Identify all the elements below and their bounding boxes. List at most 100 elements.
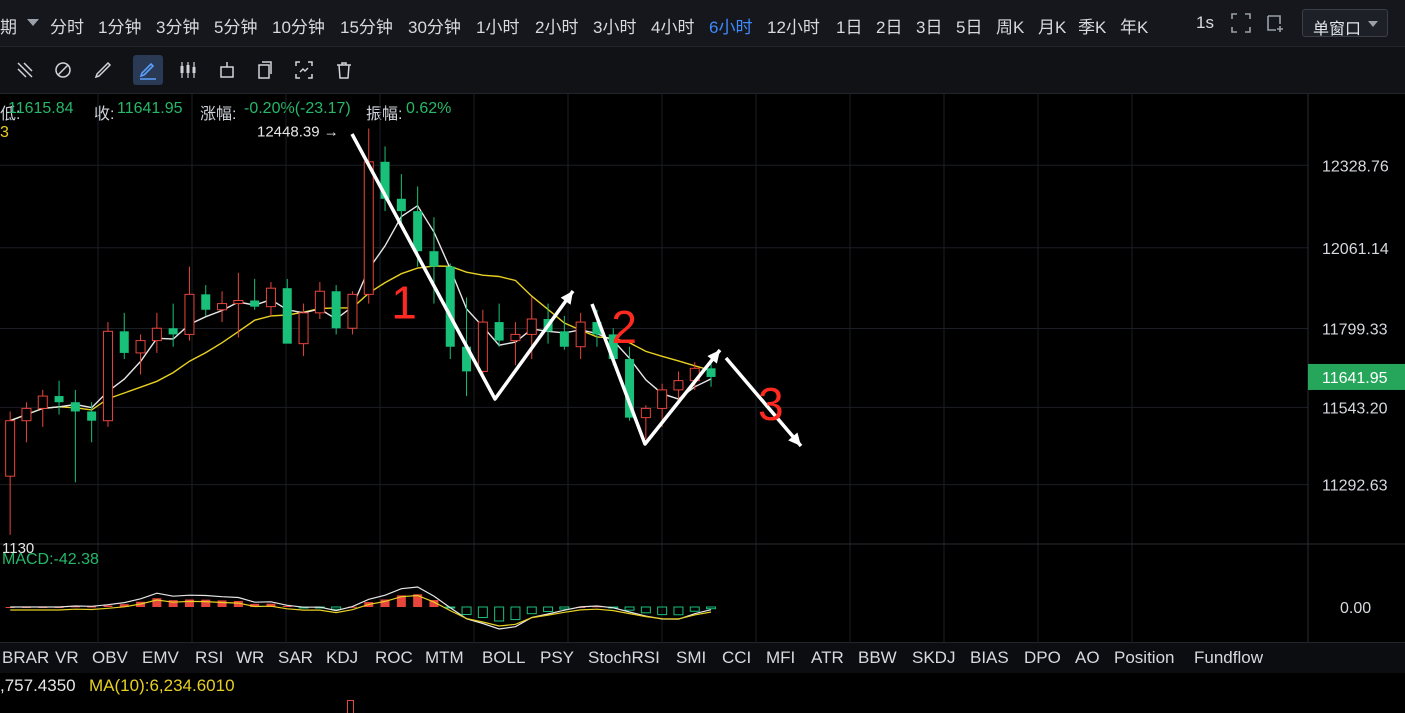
tf-1h[interactable]: 1小时 <box>476 13 519 38</box>
tab-dpo[interactable]: DPO <box>1024 648 1061 668</box>
macd-zero-label: 0.00 <box>1340 600 1371 617</box>
tab-stochrsi[interactable]: StochRSI <box>588 648 660 668</box>
candle <box>282 278 292 344</box>
candle <box>184 266 195 341</box>
tf-2d[interactable]: 2日 <box>876 13 902 38</box>
candle-body <box>396 198 406 212</box>
chevron-down-icon <box>1368 21 1378 27</box>
tab-mfi[interactable]: MFI <box>766 648 795 668</box>
tab-kdj[interactable]: KDJ <box>326 648 358 668</box>
copy-icon[interactable] <box>250 55 280 85</box>
tf-12h[interactable]: 12小时 <box>767 13 820 38</box>
tab-smi[interactable]: SMI <box>676 648 706 668</box>
tab-atr[interactable]: ATR <box>811 648 844 668</box>
current-price-label: 11641.95 <box>1322 370 1388 387</box>
high-price-marker: 12448.39 → <box>257 124 339 141</box>
macd-bar <box>689 606 700 612</box>
tab-fundflow[interactable]: Fundflow <box>1194 648 1263 668</box>
candle <box>250 278 260 310</box>
candle-body <box>151 327 162 342</box>
price-chart[interactable]: 12328.76 12061.14 11799.33 11543.20 11292.63… <box>0 94 1405 642</box>
candle-body <box>413 211 423 252</box>
tf-6h[interactable]: 6小时 <box>709 13 752 38</box>
tab-obv[interactable]: OBV <box>92 648 128 668</box>
tf-3d[interactable]: 3日 <box>916 13 942 38</box>
tab-brar[interactable]: BRAR <box>2 648 49 668</box>
window-mode-select[interactable]: 单窗口 <box>1302 9 1388 38</box>
macd-bar <box>526 606 537 615</box>
candle <box>119 312 129 360</box>
ruler-icon[interactable] <box>10 55 40 85</box>
candle-body <box>119 331 129 353</box>
candle <box>494 303 504 347</box>
tf-week[interactable]: 周K <box>996 13 1024 38</box>
draw-mode-icon[interactable] <box>133 55 163 85</box>
candlesticks <box>5 128 716 535</box>
tf-30m[interactable]: 30分钟 <box>408 13 461 38</box>
candle-body <box>559 331 569 347</box>
tf-season[interactable]: 季K <box>1078 13 1106 38</box>
candle <box>331 285 341 335</box>
tab-skdj[interactable]: SKDJ <box>912 648 955 668</box>
chevron-down-icon[interactable] <box>27 19 39 26</box>
tf-5d[interactable]: 5日 <box>956 13 982 38</box>
candle-body <box>250 300 260 307</box>
tab-cci[interactable]: CCI <box>722 648 751 668</box>
macd-bar <box>640 606 651 614</box>
pencil-icon[interactable] <box>88 55 118 85</box>
trash-icon[interactable] <box>329 55 359 85</box>
tab-ao[interactable]: AO <box>1075 648 1100 668</box>
period-label[interactable]: 期 <box>0 13 17 38</box>
tab-bbw[interactable]: BBW <box>858 648 897 668</box>
marker-icon[interactable] <box>212 55 242 85</box>
macd-bar <box>201 599 211 607</box>
candles-icon[interactable] <box>173 55 203 85</box>
drawing-toolbar <box>0 47 1405 94</box>
y-tick-label: 11799.33 <box>1322 321 1388 338</box>
candle-body <box>575 321 586 348</box>
tab-mtm[interactable]: MTM <box>425 648 464 668</box>
candle <box>575 312 586 360</box>
tab-emv[interactable]: EMV <box>142 648 179 668</box>
candle-body <box>37 395 48 409</box>
tab-rsi[interactable]: RSI <box>195 648 223 668</box>
tf-1d[interactable]: 1日 <box>836 13 862 38</box>
tf-3h[interactable]: 3小时 <box>593 13 636 38</box>
tf-2h[interactable]: 2小时 <box>535 13 578 38</box>
vol-ma5-value: ,757.4350 <box>0 676 76 695</box>
candle <box>102 322 113 427</box>
candle-body <box>510 333 521 342</box>
tab-wr[interactable]: WR <box>236 648 264 668</box>
fullscreen-icon[interactable] <box>1230 12 1252 34</box>
tf-5m[interactable]: 5分钟 <box>214 13 257 38</box>
candle-body <box>184 293 195 335</box>
candle-body <box>331 291 341 329</box>
tab-sar[interactable]: SAR <box>278 648 313 668</box>
tf-fenshi[interactable]: 分时 <box>50 13 84 38</box>
candle-body <box>70 402 80 412</box>
candle-body <box>135 340 146 354</box>
tf-month[interactable]: 月K <box>1038 13 1066 38</box>
tf-year[interactable]: 年K <box>1120 13 1148 38</box>
ma-fast-path <box>9 204 712 422</box>
tf-4h[interactable]: 4小时 <box>651 13 694 38</box>
tf-10m[interactable]: 10分钟 <box>272 13 325 38</box>
tab-psy[interactable]: PSY <box>540 648 574 668</box>
tf-3m[interactable]: 3分钟 <box>156 13 199 38</box>
tab-vr[interactable]: VR <box>55 648 79 668</box>
wave-label: 2 <box>611 301 637 353</box>
seconds-toggle[interactable]: 1s <box>1196 13 1214 33</box>
y-tick-label: 11543.20 <box>1322 400 1388 417</box>
tab-position[interactable]: Position <box>1114 648 1174 668</box>
tab-bias[interactable]: BIAS <box>970 648 1009 668</box>
screenshot-icon[interactable] <box>289 55 319 85</box>
macd-bar <box>184 599 194 607</box>
macd-bar <box>543 606 554 612</box>
tab-roc[interactable]: ROC <box>375 648 413 668</box>
add-window-icon[interactable] <box>1264 12 1286 34</box>
eraser-icon[interactable] <box>48 55 78 85</box>
tf-1m[interactable]: 1分钟 <box>98 13 141 38</box>
tab-boll[interactable]: BOLL <box>482 648 525 668</box>
tf-15m[interactable]: 15分钟 <box>340 13 393 38</box>
volume-bar-stub <box>347 700 354 713</box>
